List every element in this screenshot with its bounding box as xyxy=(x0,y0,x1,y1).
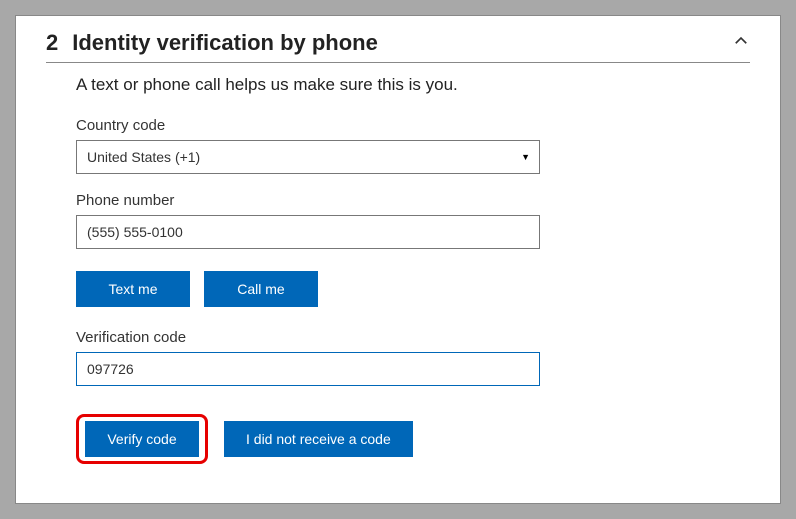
chevron-up-icon[interactable] xyxy=(732,32,750,50)
panel-header: 2 Identity verification by phone xyxy=(46,28,750,63)
step-title: Identity verification by phone xyxy=(72,30,718,56)
panel-subtitle: A text or phone call helps us make sure … xyxy=(76,75,750,95)
no-code-button[interactable]: I did not receive a code xyxy=(224,421,413,457)
verification-code-label: Verification code xyxy=(76,329,750,346)
phone-number-label: Phone number xyxy=(76,192,750,209)
verification-code-input[interactable] xyxy=(76,352,540,386)
country-code-select[interactable]: United States (+1) ▼ xyxy=(76,140,540,174)
verify-buttons: Verify code I did not receive a code xyxy=(76,414,750,464)
verification-panel: 2 Identity verification by phone A text … xyxy=(15,15,781,504)
country-code-label: Country code xyxy=(76,117,750,134)
step-number: 2 xyxy=(46,30,58,56)
verify-code-button[interactable]: Verify code xyxy=(85,421,199,457)
text-me-button[interactable]: Text me xyxy=(76,271,190,307)
phone-number-input[interactable] xyxy=(76,215,540,249)
highlight-ring: Verify code xyxy=(76,414,208,464)
call-me-button[interactable]: Call me xyxy=(204,271,318,307)
panel-content: A text or phone call helps us make sure … xyxy=(46,75,750,464)
send-code-buttons: Text me Call me xyxy=(76,271,750,307)
country-code-value: United States (+1) xyxy=(87,149,200,165)
